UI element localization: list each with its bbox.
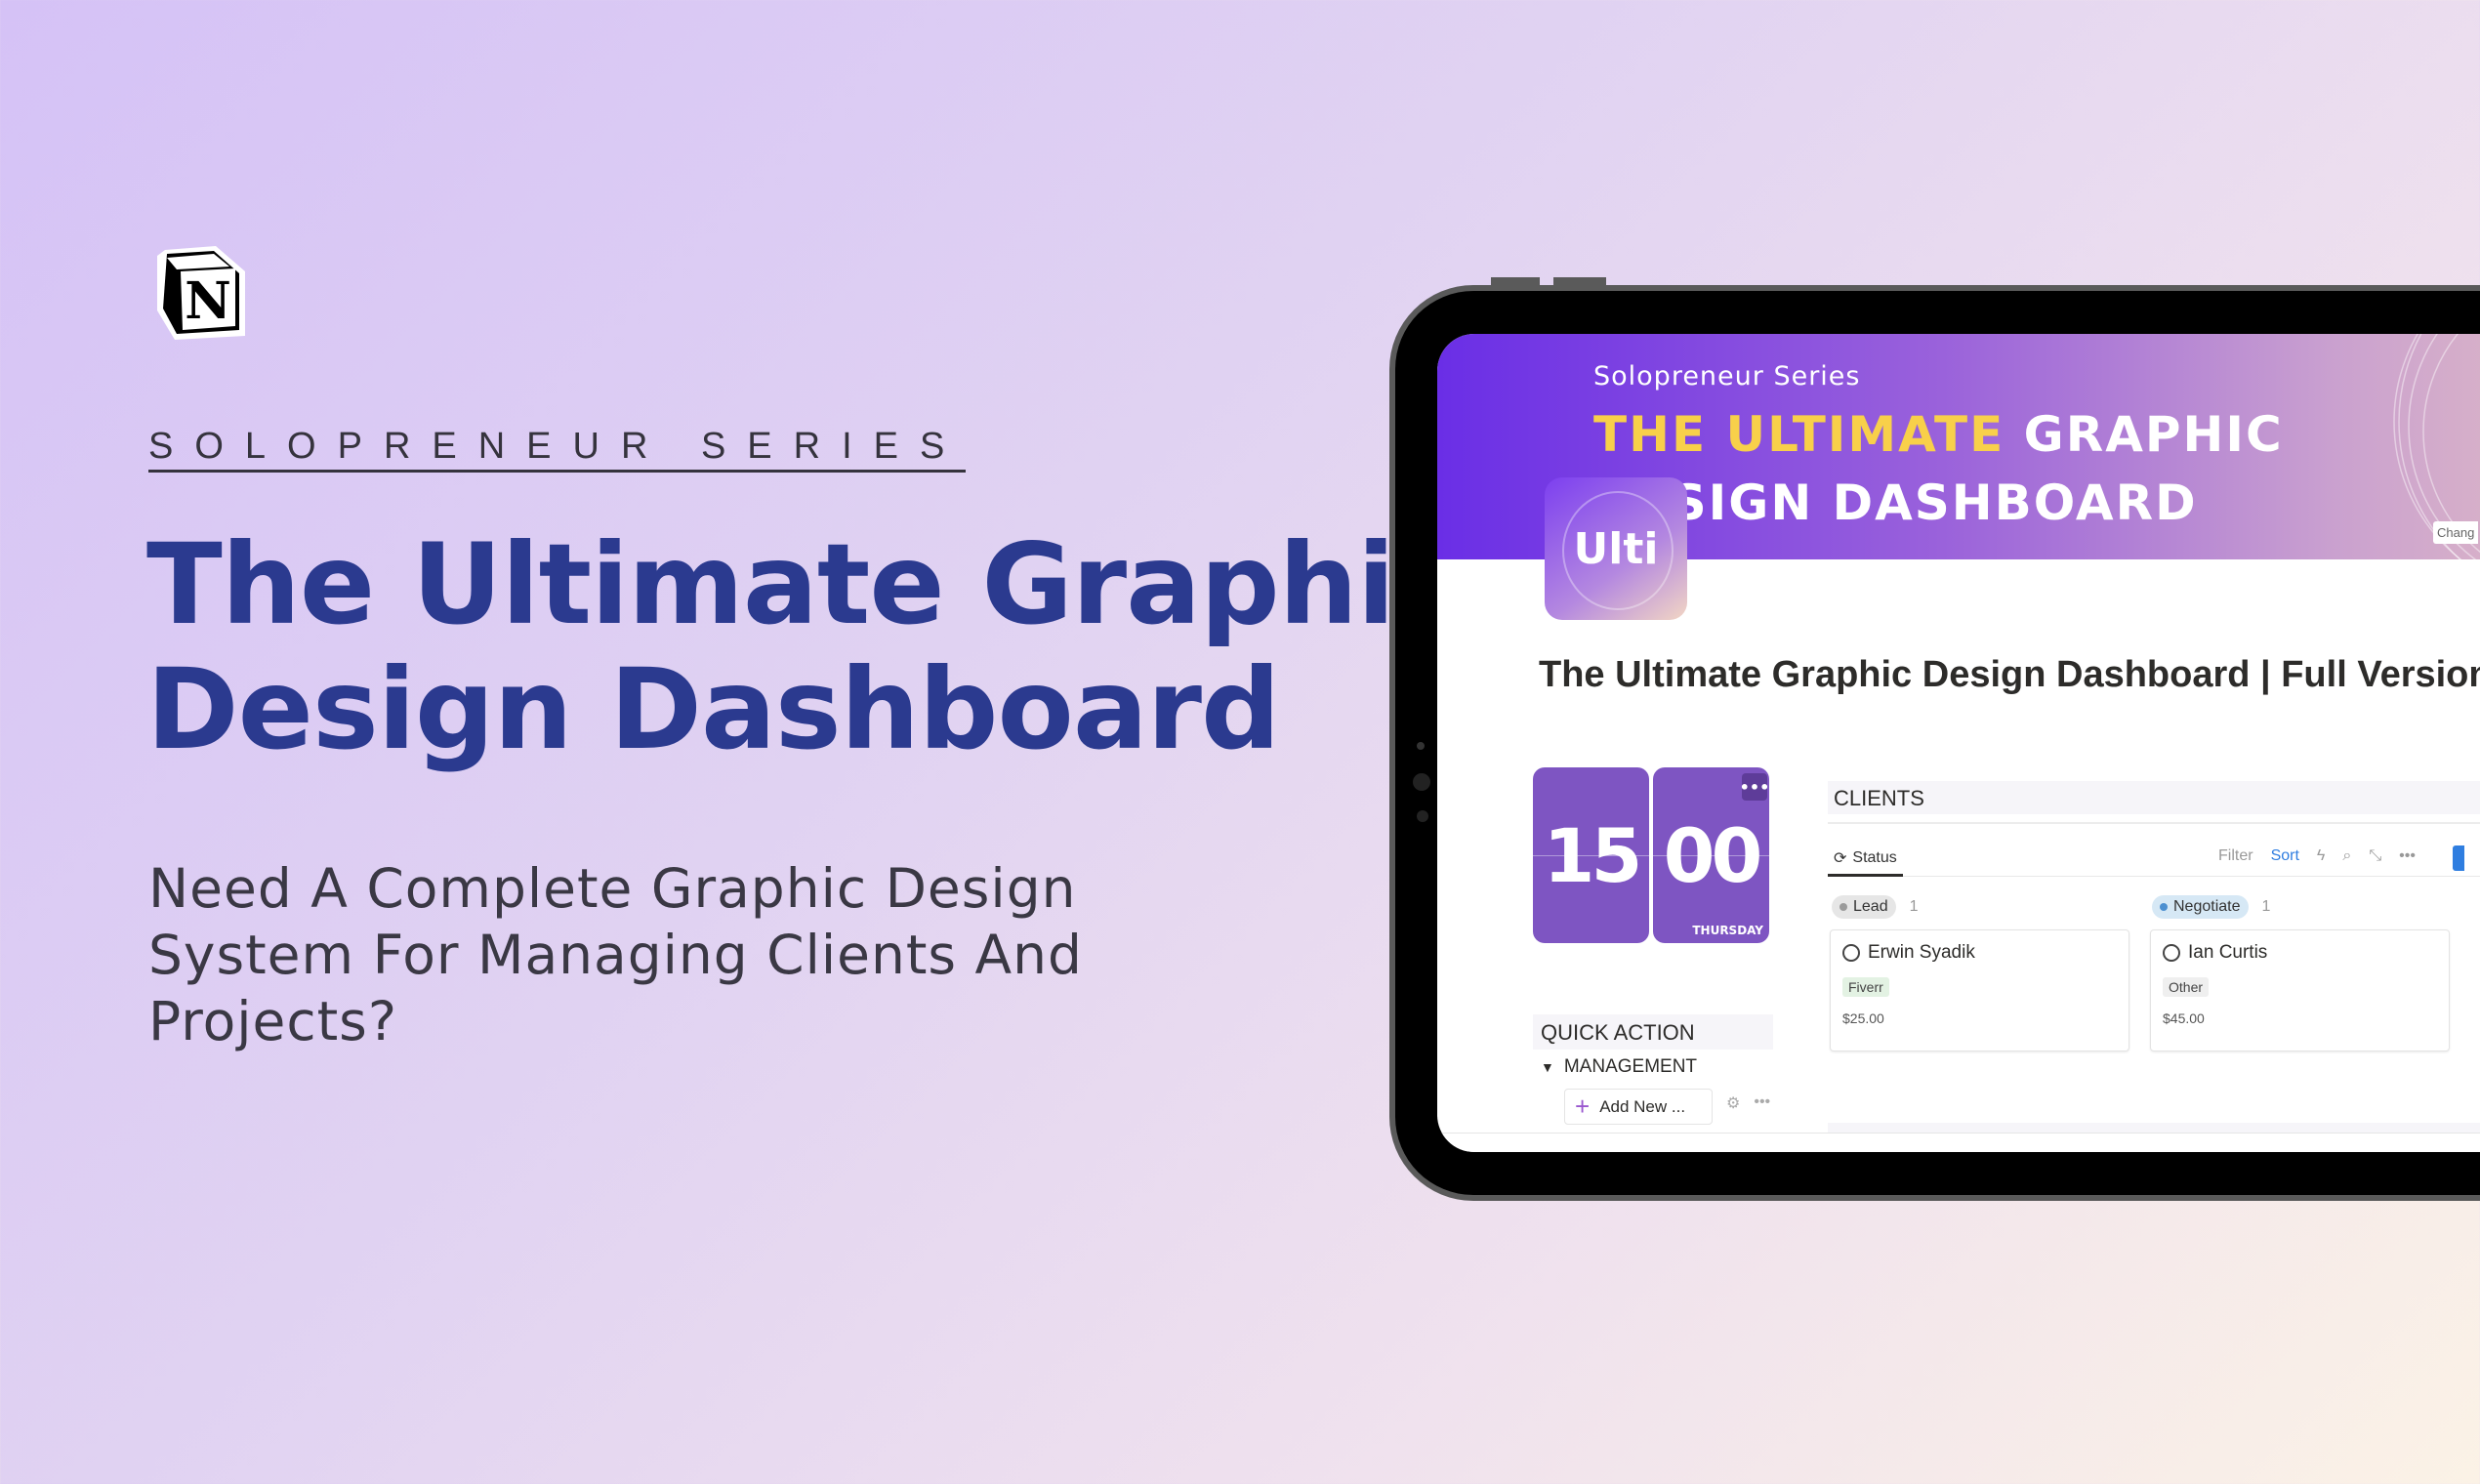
- triangle-down-icon: ▼: [1541, 1059, 1554, 1075]
- view-toolbar: Filter Sort ϟ ⌕ ⤡ •••: [2218, 847, 2416, 865]
- client-name: Ian Curtis: [2188, 942, 2268, 963]
- page-icon[interactable]: Ulti: [1545, 477, 1687, 620]
- change-cover-button[interactable]: Chang: [2433, 521, 2479, 544]
- more-icon[interactable]: •••: [2399, 847, 2416, 865]
- status-label: Lead: [1853, 898, 1888, 915]
- button-tools: ⚙ •••: [1726, 1093, 1770, 1113]
- hero-title: The Ultimate Graphic Design Dashboard: [146, 522, 1460, 772]
- hero-subtitle: Need A Complete Graphic Design System Fo…: [148, 857, 1083, 1052]
- filter-button[interactable]: Filter: [2218, 847, 2253, 865]
- bottom-toolbar: [1437, 1133, 2480, 1152]
- source-tag: Fiverr: [1842, 977, 1889, 997]
- minute-value: 00: [1663, 811, 1763, 899]
- status-dot: [2160, 903, 2168, 911]
- banner-rest: GRAPHIC: [2005, 406, 2284, 463]
- gear-icon[interactable]: ⚙: [1726, 1093, 1740, 1113]
- status-tag[interactable]: Lead: [1832, 895, 1896, 919]
- new-button[interactable]: [2453, 845, 2464, 871]
- hero-title-line-2: Design Dashboard: [146, 644, 1281, 774]
- app-screen: Solopreneur Series THE ULTIMATE GRAPHIC …: [1437, 334, 2480, 1152]
- more-icon[interactable]: •••: [1740, 773, 1769, 801]
- client-card[interactable]: Ian Curtis Other $45.00: [2150, 929, 2450, 1051]
- status-dot: [1839, 903, 1847, 911]
- person-icon: [2163, 944, 2180, 962]
- client-amount: $45.00: [2163, 1010, 2205, 1026]
- clients-header: CLIENTS: [1828, 781, 2480, 814]
- management-toggle[interactable]: ▼ MANAGEMENT: [1541, 1056, 1697, 1078]
- banner-highlight: THE ULTIMATE: [1593, 406, 2005, 463]
- status-tag[interactable]: Negotiate: [2152, 895, 2249, 919]
- management-label: MANAGEMENT: [1563, 1056, 1698, 1077]
- notion-logo: N: [157, 246, 245, 340]
- automation-icon[interactable]: ϟ: [2317, 847, 2325, 865]
- camera-icon: [1417, 742, 1425, 750]
- clock-minute: 00 THURSDAY •••: [1653, 767, 1769, 943]
- column-count: 1: [1909, 898, 1919, 915]
- tablet-frame: Solopreneur Series THE ULTIMATE GRAPHIC …: [1389, 277, 2480, 1201]
- svg-text:N: N: [185, 271, 231, 331]
- clock-day: THURSDAY: [1692, 924, 1763, 937]
- divider: [1828, 822, 2480, 824]
- tab-status[interactable]: ⟳ Status: [1828, 842, 1903, 877]
- add-new-label: Add New ...: [1599, 1096, 1686, 1116]
- tab-label: Status: [1852, 848, 1897, 866]
- hour-value: 15: [1543, 811, 1643, 899]
- banner-series: Solopreneur Series: [1593, 361, 1861, 392]
- add-new-button[interactable]: + Add New ...: [1564, 1089, 1713, 1125]
- tablet-bezel: Solopreneur Series THE ULTIMATE GRAPHIC …: [1395, 291, 2480, 1195]
- more-icon[interactable]: •••: [1754, 1093, 1770, 1113]
- banner-line-1: THE ULTIMATE GRAPHIC: [1593, 406, 2284, 463]
- column-count: 1: [2261, 898, 2271, 915]
- tablet-button: [1553, 277, 1606, 285]
- board-icon: ⟳: [1834, 849, 1847, 867]
- client-amount: $25.00: [1842, 1010, 1884, 1026]
- tablet-button: [1491, 277, 1540, 285]
- client-card[interactable]: Erwin Syadik Fiverr $25.00: [1830, 929, 2129, 1051]
- sensor-icon: [1413, 773, 1430, 791]
- search-icon[interactable]: ⌕: [2342, 847, 2351, 865]
- person-icon: [1842, 944, 1860, 962]
- page-icon-text: Ulti: [1573, 523, 1659, 574]
- sort-button[interactable]: Sort: [2271, 847, 2299, 865]
- page-title[interactable]: The Ultimate Graphic Design Dashboard | …: [1539, 654, 2480, 696]
- client-name: Erwin Syadik: [1868, 942, 1975, 963]
- series-kicker: SOLOPRENEUR SERIES: [148, 426, 967, 473]
- flip-clock-widget: 15 00 THURSDAY •••: [1533, 767, 1769, 943]
- hero-title-line-1: The Ultimate Graphic: [146, 519, 1460, 649]
- column-header: Lead 1: [1832, 895, 1919, 919]
- quick-action-header: QUICK ACTION: [1533, 1014, 1773, 1050]
- status-label: Negotiate: [2173, 898, 2241, 915]
- clock-hour: 15: [1533, 767, 1649, 943]
- column-header: Negotiate 1: [2152, 895, 2270, 919]
- source-tag: Other: [2163, 977, 2210, 997]
- clients-view-bar: ⟳ Status Filter Sort ϟ ⌕ ⤡ •••: [1828, 842, 2480, 877]
- plus-icon: +: [1575, 1092, 1591, 1121]
- expand-icon[interactable]: ⤡: [2369, 847, 2381, 865]
- sensor-icon: [1417, 810, 1428, 822]
